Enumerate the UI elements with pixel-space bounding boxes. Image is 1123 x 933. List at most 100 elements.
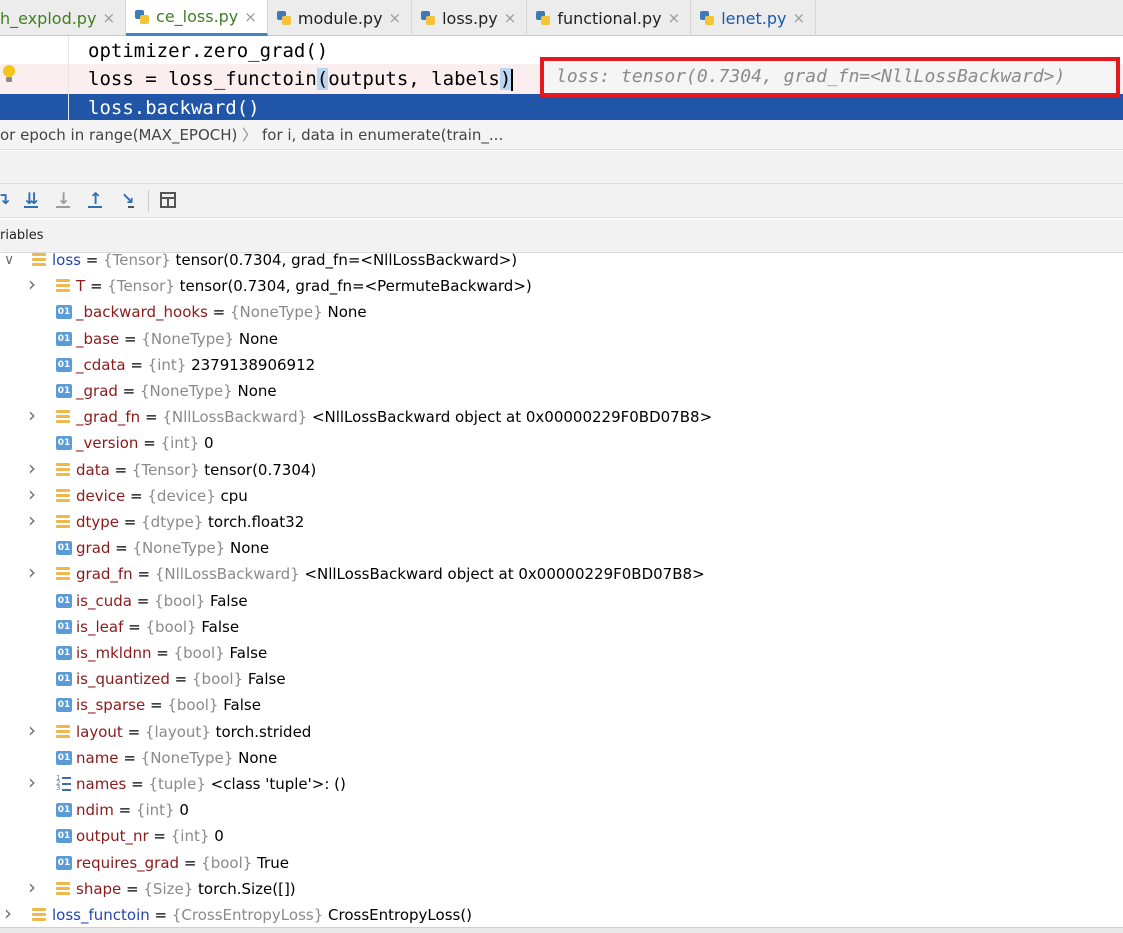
variable-row-is-cuda[interactable]: 01 is_cuda = {bool} False <box>0 588 1123 614</box>
variable-value: True <box>257 854 289 872</box>
chevron-right-icon[interactable]: › <box>28 271 36 297</box>
variable-row-device[interactable]: › device = {device} cpu <box>0 481 1123 509</box>
close-icon[interactable]: × <box>244 8 257 26</box>
variable-row-grad-fn[interactable]: › _grad_fn = {NllLossBackward} <NllLossBa… <box>0 402 1123 430</box>
run-to-cursor-icon[interactable]: ↘ <box>118 191 138 211</box>
variable-value: <class 'tuple'>: () <box>210 775 346 793</box>
variable-row-version[interactable]: 01 _version = {int} 0 <box>0 430 1123 456</box>
variable-row-name[interactable]: 01 name = {NoneType} None <box>0 745 1123 771</box>
variable-name: _version <box>76 434 139 452</box>
variable-row-is-leaf[interactable]: 01 is_leaf = {bool} False <box>0 614 1123 640</box>
python-file-icon <box>699 10 715 26</box>
variable-name: grad_fn <box>76 565 133 583</box>
variable-row-output-nr[interactable]: 01 output_nr = {int} 0 <box>0 823 1123 849</box>
field-icon: 01 <box>56 856 72 870</box>
variable-type: {CrossEntropyLoss} <box>171 906 324 924</box>
variable-row-data[interactable]: › data = {Tensor} tensor(0.7304) <box>0 455 1123 483</box>
breadcrumb-item-for-data[interactable]: for i, data in enumerate(train_... <box>262 120 503 150</box>
variable-row-T[interactable]: › T = {Tensor} tensor(0.7304, grad_fn=<Pe… <box>0 271 1123 299</box>
variable-value: 0 <box>204 434 214 452</box>
chevron-right-icon[interactable]: › <box>28 481 36 507</box>
close-icon[interactable]: × <box>389 9 402 27</box>
code-text: optimizer.zero_grad() <box>88 40 329 62</box>
tab-ce-loss-py[interactable]: ce_loss.py × <box>126 0 268 36</box>
chevron-right-icon[interactable]: › <box>28 769 36 795</box>
variable-row-grad-fn[interactable]: › grad_fn = {NllLossBackward} <NllLossBac… <box>0 559 1123 587</box>
lightbulb-icon[interactable] <box>2 65 16 83</box>
chevron-right-icon[interactable]: › <box>28 874 36 900</box>
variable-text: _cdata = {int} 2379138906912 <box>76 356 316 374</box>
code-text: loss = loss_functoin(outputs, labels) <box>88 64 514 94</box>
variable-row-loss-functoin[interactable]: › loss_functoin = {CrossEntropyLoss} Cros… <box>0 900 1123 928</box>
variable-row-grad[interactable]: 01 _grad = {NoneType} None <box>0 378 1123 404</box>
variable-row-is-mkldnn[interactable]: 01 is_mkldnn = {bool} False <box>0 640 1123 666</box>
tab-loss-py[interactable]: loss.py × <box>412 0 528 36</box>
variable-row-requires-grad[interactable]: 01 requires_grad = {bool} True <box>0 850 1123 876</box>
variable-text: _version = {int} 0 <box>76 434 214 452</box>
paren-highlight: ( <box>316 68 329 90</box>
variable-row-base[interactable]: 01 _base = {NoneType} None <box>0 326 1123 352</box>
variable-type: {bool} <box>173 644 225 662</box>
variable-text: is_leaf = {bool} False <box>76 618 240 636</box>
variable-text: loss_functoin = {CrossEntropyLoss} Cross… <box>52 906 473 924</box>
variable-text: layout = {layout} torch.strided <box>76 723 312 741</box>
variable-name: grad <box>76 539 111 557</box>
variable-row-dtype[interactable]: › dtype = {dtype} torch.float32 <box>0 507 1123 535</box>
variable-value: torch.strided <box>215 723 312 741</box>
variable-row-is-quantized[interactable]: 01 is_quantized = {bool} False <box>0 666 1123 692</box>
variable-row-layout[interactable]: › layout = {layout} torch.strided <box>0 717 1123 745</box>
python-file-icon <box>134 9 150 25</box>
close-icon[interactable]: × <box>668 9 681 27</box>
variable-type: {NoneType} <box>140 382 233 400</box>
close-icon[interactable]: × <box>792 9 805 27</box>
tab-functional-py[interactable]: functional.py × <box>527 0 692 36</box>
variable-type: {int} <box>170 827 210 845</box>
python-file-icon <box>276 10 292 26</box>
debugger-toolbar: ↴ ⇊ ↓ ↑ ↘ <box>0 184 1123 218</box>
chevron-right-icon[interactable]: › <box>28 455 36 481</box>
variable-name: device <box>76 487 126 505</box>
step-over-icon[interactable]: ↴ <box>0 191 14 211</box>
variable-type: {layout} <box>144 723 211 741</box>
python-file-icon <box>535 10 551 26</box>
variable-name: is_mkldnn <box>76 644 152 662</box>
variable-row-cdata[interactable]: 01 _cdata = {int} 2379138906912 <box>0 352 1123 378</box>
close-icon[interactable]: × <box>102 9 115 27</box>
variable-row-is-sparse[interactable]: 01 is_sparse = {bool} False <box>0 692 1123 718</box>
field-icon: 01 <box>56 332 72 346</box>
variable-row-grad[interactable]: 01 grad = {NoneType} None <box>0 535 1123 561</box>
variable-value: None <box>238 749 278 767</box>
evaluate-expression-icon[interactable] <box>160 192 176 208</box>
variable-row-loss[interactable]: ∨ loss = {Tensor} tensor(0.7304, grad_fn=… <box>0 247 1123 273</box>
chevron-right-icon[interactable]: › <box>28 559 36 585</box>
variable-row-backward-hooks[interactable]: 01 _backward_hooks = {NoneType} None <box>0 299 1123 325</box>
step-out-icon[interactable]: ↑ <box>86 191 106 211</box>
variable-value: False <box>223 696 261 714</box>
variable-row-ndim[interactable]: 01 ndim = {int} 0 <box>0 797 1123 823</box>
variable-value: False <box>229 644 268 662</box>
variable-value: 2379138906912 <box>191 356 316 374</box>
variable-name: T <box>76 277 86 295</box>
code-line-backward-current[interactable]: loss.backward() <box>0 94 1123 120</box>
variable-row-shape[interactable]: › shape = {Size} torch.Size([]) <box>0 874 1123 902</box>
chevron-down-icon[interactable]: ∨ <box>4 247 14 273</box>
breadcrumb-item-for-epoch[interactable]: or epoch in range(MAX_EPOCH) <box>0 120 237 150</box>
close-icon[interactable]: × <box>504 9 517 27</box>
chevron-right-icon[interactable]: › <box>4 900 12 926</box>
step-into-icon[interactable]: ⇊ <box>22 191 42 211</box>
variable-name: ndim <box>76 801 114 819</box>
tab-module-py[interactable]: module.py × <box>268 0 413 36</box>
variable-text: _backward_hooks = {NoneType} None <box>76 303 367 321</box>
variable-value: 0 <box>214 827 224 845</box>
tab-lenet-py[interactable]: lenet.py × <box>691 0 817 36</box>
variable-type: {int} <box>135 801 175 819</box>
gutter-separator <box>68 36 69 120</box>
variable-row-names[interactable]: › 1 2 3 names = {tuple} <class 'tuple'>: () <box>0 769 1123 797</box>
step-into-my-code-icon[interactable]: ↓ <box>54 191 74 211</box>
tab-h-explod-py[interactable]: h_explod.py × <box>0 0 127 36</box>
chevron-right-icon[interactable]: › <box>28 402 36 428</box>
chevron-right-icon[interactable]: › <box>28 717 36 743</box>
paren-highlight: ) <box>499 68 512 90</box>
chevron-right-icon[interactable]: › <box>28 507 36 533</box>
variable-type: {NllLossBackward} <box>154 565 300 583</box>
